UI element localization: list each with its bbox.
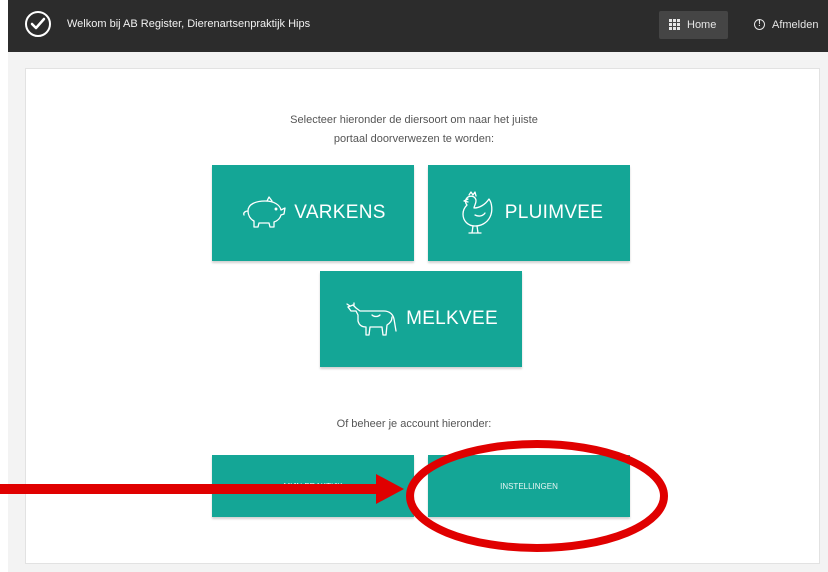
page: Welkom bij AB Register, Dierenartsenprak… <box>0 0 828 572</box>
info-icon: ! <box>754 18 765 30</box>
top-navigation-bar: Welkom bij AB Register, Dierenartsenprak… <box>8 0 828 52</box>
instellingen-label: INSTELLINGEN <box>500 481 558 491</box>
mijn-praktijk-button[interactable]: MIJN PRAKTIJK <box>212 455 414 517</box>
melkvee-label: MELKVEE <box>406 308 498 329</box>
check-circle-icon[interactable] <box>25 11 51 37</box>
logout-button[interactable]: ! Afmelden <box>754 11 818 39</box>
pluimvee-label: PLUIMVEE <box>504 202 604 223</box>
mijn-praktijk-label: MIJN PRAKTIJK <box>283 481 343 491</box>
varkens-label: VARKENS <box>294 202 386 223</box>
melkvee-tile[interactable]: MELKVEE <box>320 271 522 367</box>
intro-text: Selecteer hieronder de diersoort om naar… <box>0 111 828 149</box>
pig-icon <box>243 196 286 228</box>
cow-icon <box>346 302 397 336</box>
intro-line-2: portaal doorverwezen te worden: <box>333 133 495 145</box>
varkens-tile[interactable]: VARKENS <box>212 165 414 261</box>
instellingen-button[interactable]: INSTELLINGEN <box>428 455 630 517</box>
chicken-icon <box>462 191 493 234</box>
home-label: Home <box>687 19 717 31</box>
logout-label: Afmelden <box>772 19 819 31</box>
intro-line-1: Selecteer hieronder de diersoort om naar… <box>290 114 538 126</box>
grid-icon <box>669 18 680 30</box>
home-button[interactable]: Home <box>659 11 728 39</box>
left-strip <box>0 0 8 572</box>
pluimvee-tile[interactable]: PLUIMVEE <box>428 165 630 261</box>
welcome-text: Welkom bij AB Register, Dierenartsenprak… <box>67 18 311 30</box>
manage-account-text: Of beheer je account hieronder: <box>336 418 492 430</box>
